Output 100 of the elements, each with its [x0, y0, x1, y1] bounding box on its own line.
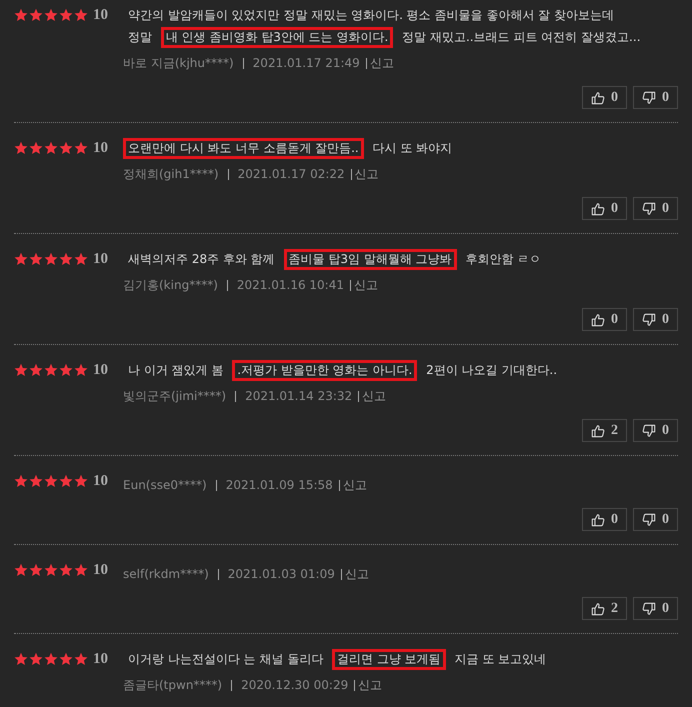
star-icon: [74, 252, 88, 266]
star-icon: [29, 8, 43, 22]
star-icon: [44, 363, 58, 377]
author-name: 좀글타(tpwn****): [123, 676, 222, 694]
star-icon: [29, 141, 43, 155]
thumbs-up-icon: [591, 90, 605, 104]
star-icon: [74, 363, 88, 377]
like-button[interactable]: 0: [582, 308, 627, 331]
dislike-button[interactable]: 0: [633, 419, 678, 442]
author-name: 빛의군주(jimi****): [123, 388, 226, 404]
star-icon: [14, 474, 28, 488]
author-name: Eun(sse0****): [123, 478, 207, 492]
review-date: 2021.01.17 02:22: [238, 167, 345, 181]
review-text: 2편이 나오길 기대한다..: [425, 362, 558, 378]
dislike-button[interactable]: 0: [633, 197, 678, 220]
highlighted-text: 오랜만에 다시 봐도 너무 소름돋게 잘만듬..: [123, 138, 364, 158]
thumbs-down-icon: [642, 424, 656, 438]
like-button[interactable]: 0: [582, 508, 627, 531]
review-text: 이거랑 나는전설이다 는 채널 돌리다: [127, 650, 324, 668]
report-link[interactable]: 신고: [362, 388, 386, 404]
star-icon: [44, 252, 58, 266]
thumbs-up-icon: [591, 512, 605, 526]
star-icon: [74, 8, 88, 22]
star-icon: [14, 563, 28, 577]
thumbs-down-icon: [642, 202, 656, 216]
star-icon: [59, 474, 73, 488]
star-icon: [74, 141, 88, 155]
score: 10: [93, 6, 108, 24]
report-link[interactable]: 신고: [358, 676, 382, 694]
star-icon: [74, 563, 88, 577]
review-date: 2020.12.30 00:29: [241, 678, 348, 692]
star-icon: [59, 8, 73, 22]
review-text: 나 이거 잼있게 봄: [127, 362, 224, 378]
star-icon: [14, 363, 28, 377]
star-icon: [74, 652, 88, 666]
review-date: 2021.01.17 21:49: [252, 56, 360, 70]
author-name: 정채희(gih1****): [123, 166, 219, 182]
star-icon: [59, 252, 73, 266]
report-link[interactable]: 신고: [370, 54, 394, 72]
score: 10: [93, 362, 108, 378]
review-text: 지금 또 보고있네: [454, 650, 548, 668]
report-link[interactable]: 신고: [342, 476, 367, 494]
star-icon: [59, 563, 73, 577]
like-button[interactable]: 0: [582, 197, 627, 220]
author-name: self(rkdm****): [123, 567, 209, 581]
highlighted-text: 내 인생 좀비영화 탑3안에 드는 영화이다.: [160, 26, 394, 48]
review-text: 새벽의저주 28주 후와 함께: [127, 250, 276, 268]
star-icon: [59, 652, 73, 666]
author-name: 바로 지금(kjhu****): [123, 54, 234, 72]
review-text: 다시 또 봐야지: [372, 140, 454, 156]
like-button[interactable]: 2: [582, 597, 627, 620]
score: 10: [93, 250, 108, 268]
star-icon: [44, 474, 58, 488]
highlighted-text: 좀비물 탑3임 말해뭘해 그냥봐: [284, 248, 457, 270]
score: 10: [93, 140, 108, 156]
thumbs-down-icon: [642, 512, 656, 526]
star-icon: [29, 252, 43, 266]
dislike-button[interactable]: 0: [633, 86, 678, 109]
thumbs-up-icon: [591, 602, 605, 616]
star-icon: [14, 8, 28, 22]
review-date: 2021.01.03 01:09: [228, 567, 335, 581]
thumbs-down-icon: [642, 90, 656, 104]
like-button[interactable]: 2: [582, 419, 627, 442]
star-icon: [44, 141, 58, 155]
star-icon: [29, 652, 43, 666]
score: 10: [93, 650, 108, 668]
highlighted-text: 걸리면 그냥 보게됨: [332, 648, 446, 670]
star-icon: [44, 8, 58, 22]
star-icon: [14, 652, 28, 666]
star-icon: [14, 252, 28, 266]
star-icon: [29, 563, 43, 577]
star-icon: [59, 363, 73, 377]
star-icon: [44, 652, 58, 666]
dislike-button[interactable]: 0: [633, 308, 678, 331]
thumbs-up-icon: [591, 202, 605, 216]
report-link[interactable]: 신고: [344, 566, 369, 582]
review-text: 정말: [127, 28, 153, 46]
report-link[interactable]: 신고: [354, 166, 379, 182]
review-date: 2021.01.14 23:32: [245, 389, 352, 403]
review-date: 2021.01.16 10:41: [236, 278, 344, 292]
review-text: 후회안함 ㄹㅇ: [464, 250, 542, 268]
dislike-button[interactable]: 0: [633, 508, 678, 531]
star-icon: [74, 474, 88, 488]
review-text: 정말 재밌고..브래드 피트 여전히 잘생겼고...: [401, 28, 642, 46]
thumbs-down-icon: [642, 312, 656, 326]
author-name: 김기홍(king****): [123, 276, 218, 294]
like-button[interactable]: 0: [582, 86, 627, 109]
star-icon: [29, 363, 43, 377]
highlighted-text: .저평가 받을만한 영화는 아니다.: [232, 360, 418, 380]
score: 10: [93, 562, 108, 578]
report-link[interactable]: 신고: [354, 276, 378, 294]
dislike-button[interactable]: 0: [633, 597, 678, 620]
review-date: 2021.01.09 15:58: [226, 478, 333, 492]
score: 10: [93, 472, 108, 490]
thumbs-up-icon: [591, 312, 605, 326]
star-icon: [29, 474, 43, 488]
star-icon: [44, 563, 58, 577]
review-text: 약간의 발암캐들이 있었지만 정말 재밌는 영화이다. 평소 좀비물을 좋아해서 잘 찾아보는데: [127, 6, 615, 24]
thumbs-up-icon: [591, 424, 605, 438]
star-icon: [14, 141, 28, 155]
